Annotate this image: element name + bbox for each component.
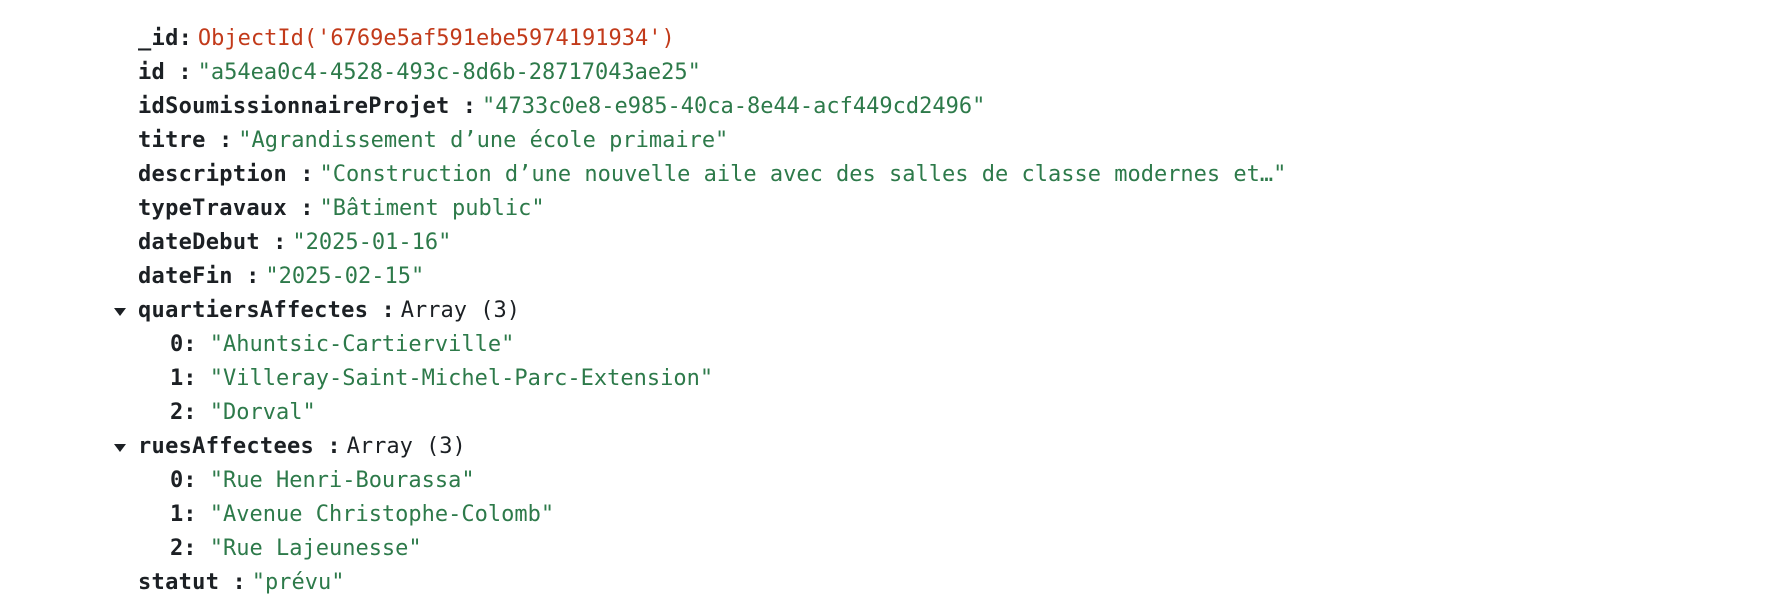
- field-row-quartiersAffectes[interactable]: quartiersAffectes : Array (3): [0, 294, 1770, 328]
- field-separator: :: [178, 26, 192, 51]
- field-row-dateFin[interactable]: dateFin : "2025-02-15": [0, 260, 1770, 294]
- field-key: titre: [138, 128, 206, 153]
- field-row-typeTravaux[interactable]: typeTravaux : "Bâtiment public": [0, 192, 1770, 226]
- field-value[interactable]: "2025-01-16": [292, 230, 451, 255]
- field-separator: :: [232, 264, 260, 289]
- array-value[interactable]: "Rue Lajeunesse": [210, 536, 422, 561]
- field-value[interactable]: "4733c0e8-e985-40ca-8e44-acf449cd2496": [482, 94, 985, 119]
- field-row-titre[interactable]: titre : "Agrandissement d’une école prima…: [0, 124, 1770, 158]
- field-type: Array (3): [400, 298, 520, 323]
- array-value[interactable]: "Rue Henri-Bourassa": [210, 468, 475, 493]
- field-key: typeTravaux: [138, 196, 287, 221]
- field-value[interactable]: ObjectId('6769e5af591ebe5974191934'): [198, 26, 675, 51]
- field-separator: :: [259, 230, 287, 255]
- field-separator: :: [219, 570, 246, 595]
- collapse-toggle-icon[interactable]: [112, 430, 128, 464]
- array-index: 1:: [170, 502, 197, 527]
- field-row-_id[interactable]: _id: ObjectId('6769e5af591ebe5974191934'): [0, 22, 1770, 56]
- field-row-dateDebut[interactable]: dateDebut : "2025-01-16": [0, 226, 1770, 260]
- array-item-row[interactable]: 2: "Dorval": [0, 396, 1770, 430]
- field-key: dateFin: [138, 264, 233, 289]
- field-separator: :: [165, 60, 192, 85]
- array-item-row[interactable]: 1: "Villeray-Saint-Michel-Parc-Extension…: [0, 362, 1770, 396]
- array-index: 1:: [170, 366, 197, 391]
- field-value[interactable]: "a54ea0c4-4528-493c-8d6b-28717043ae25": [198, 60, 701, 85]
- document-view: _id: ObjectId('6769e5af591ebe5974191934')…: [0, 22, 1770, 600]
- field-key: quartiersAffectes: [138, 298, 369, 323]
- field-separator: :: [287, 196, 314, 221]
- field-value[interactable]: "2025-02-15": [265, 264, 424, 289]
- field-separator: :: [205, 128, 233, 153]
- field-row-statut[interactable]: statut : "prévu": [0, 566, 1770, 600]
- array-value[interactable]: "Ahuntsic-Cartierville": [210, 332, 515, 357]
- field-value[interactable]: "Construction d’une nouvelle aile avec d…: [320, 162, 1287, 187]
- field-separator: :: [287, 162, 314, 187]
- field-separator: :: [368, 298, 395, 323]
- field-value[interactable]: "Bâtiment public": [320, 196, 545, 221]
- array-item-row[interactable]: 0: "Rue Henri-Bourassa": [0, 464, 1770, 498]
- array-item-row[interactable]: 2: "Rue Lajeunesse": [0, 532, 1770, 566]
- array-item-row[interactable]: 1: "Avenue Christophe-Colomb": [0, 498, 1770, 532]
- field-key: _id: [138, 26, 179, 51]
- array-value[interactable]: "Villeray-Saint-Michel-Parc-Extension": [210, 366, 713, 391]
- array-index: 2:: [170, 400, 197, 425]
- array-value[interactable]: "Avenue Christophe-Colomb": [210, 502, 554, 527]
- field-row-idSoumissionnaireProjet[interactable]: idSoumissionnaireProjet : "4733c0e8-e985-…: [0, 90, 1770, 124]
- field-key: id: [138, 60, 166, 85]
- field-separator: :: [449, 94, 477, 119]
- field-key: statut: [138, 570, 220, 595]
- field-value[interactable]: "Agrandissement d’une école primaire": [238, 128, 728, 153]
- field-key: description: [138, 162, 287, 187]
- collapse-toggle-icon[interactable]: [112, 294, 128, 328]
- field-row-ruesAffectees[interactable]: ruesAffectees : Array (3): [0, 430, 1770, 464]
- field-key: idSoumissionnaireProjet: [138, 94, 450, 119]
- field-row-description[interactable]: description : "Construction d’une nouvell…: [0, 158, 1770, 192]
- array-index: 2:: [170, 536, 197, 561]
- array-index: 0:: [170, 468, 197, 493]
- field-row-id[interactable]: id : "a54ea0c4-4528-493c-8d6b-28717043ae2…: [0, 56, 1770, 90]
- array-value[interactable]: "Dorval": [210, 400, 316, 425]
- field-value[interactable]: "prévu": [252, 570, 345, 595]
- field-key: dateDebut: [138, 230, 260, 255]
- array-index: 0:: [170, 332, 197, 357]
- field-type: Array (3): [346, 434, 466, 459]
- field-key: ruesAffectees: [138, 434, 315, 459]
- array-item-row[interactable]: 0: "Ahuntsic-Cartierville": [0, 328, 1770, 362]
- field-separator: :: [314, 434, 341, 459]
